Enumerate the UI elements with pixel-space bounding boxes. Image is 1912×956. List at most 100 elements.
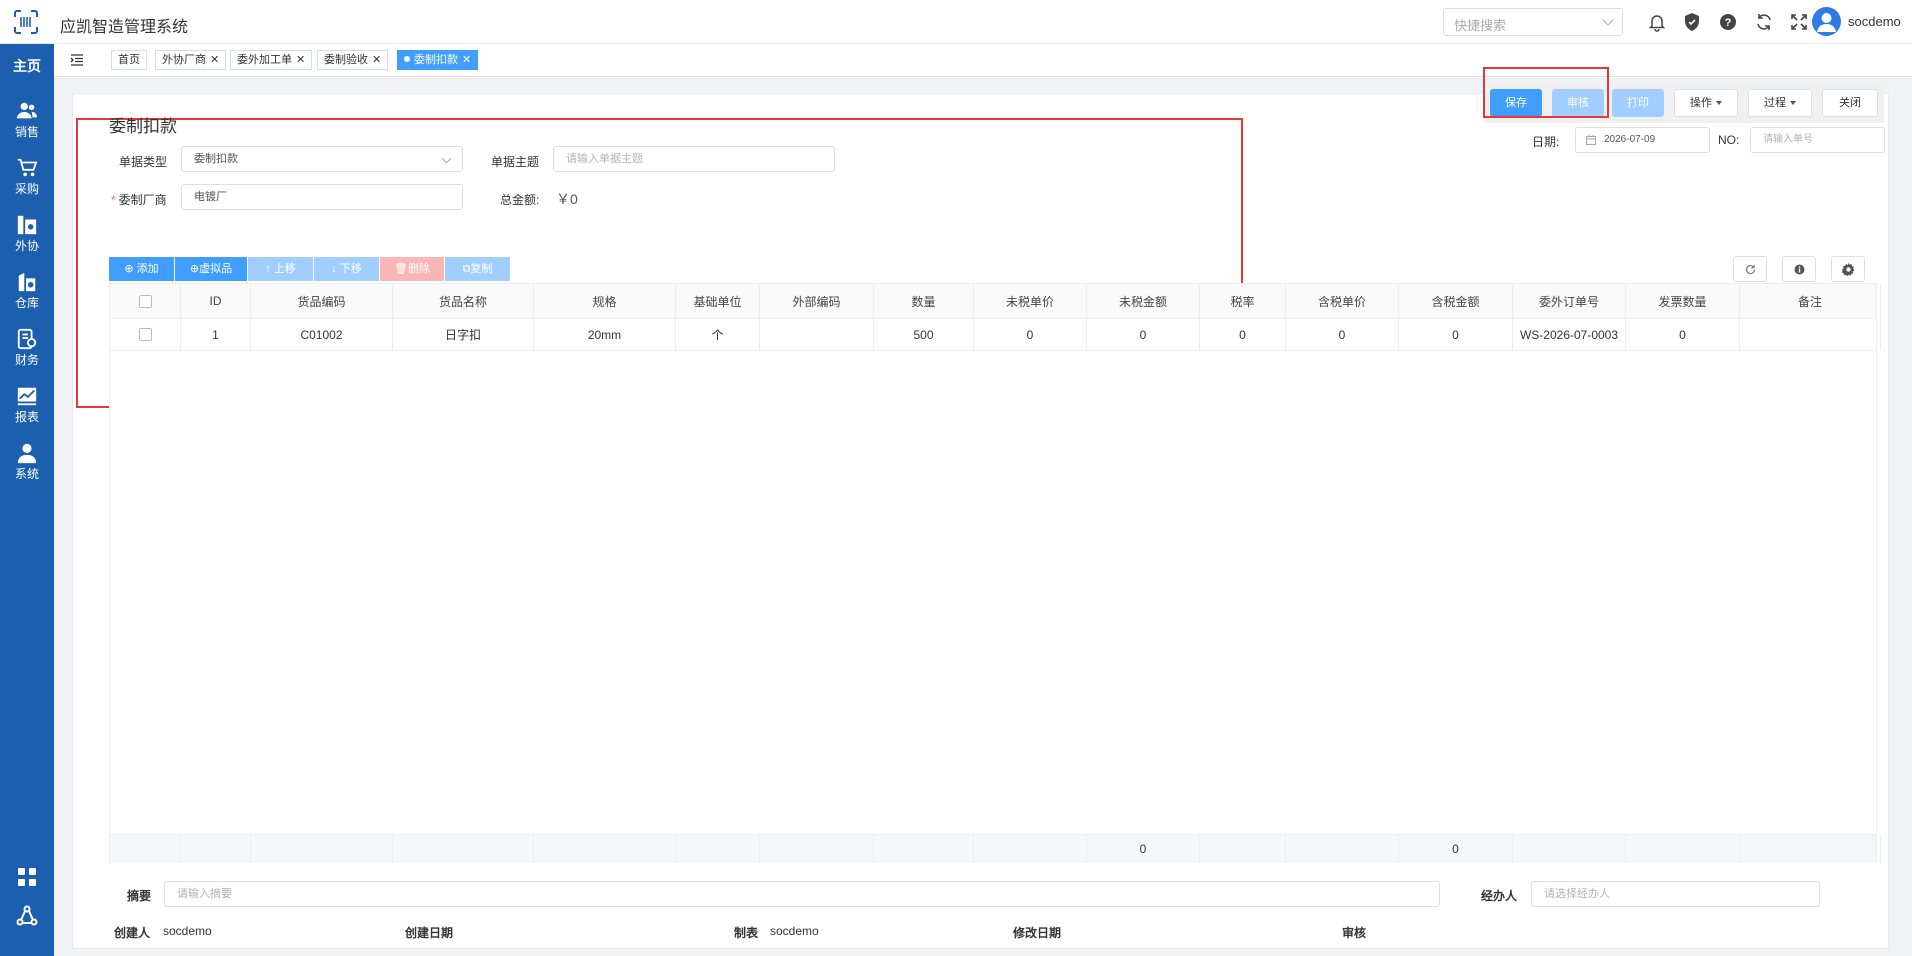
- cell-col-ext-code: [760, 835, 874, 863]
- operate-label: 操作: [1690, 97, 1712, 109]
- process-dropdown[interactable]: 过程: [1748, 89, 1812, 117]
- operate-dropdown[interactable]: 操作: [1674, 89, 1738, 117]
- cell-col-spec: 20mm: [534, 319, 676, 350]
- help-icon[interactable]: ?: [1718, 12, 1738, 32]
- handler-select[interactable]: 请选择经办人: [1531, 881, 1820, 907]
- table-row[interactable]: 1 C01002 日字扣 20mm 个 500 0 0 0 0 0 WS-2026-07-0003 0: [110, 319, 1881, 351]
- sidebar-item-sales[interactable]: 销售: [0, 100, 54, 152]
- down-label: 下移: [339, 263, 362, 275]
- close-icon[interactable]: ✕: [296, 54, 305, 66]
- tab-outsource-deduction[interactable]: 委制扣款 ✕: [397, 50, 479, 70]
- user-name[interactable]: socdemo: [1848, 14, 1901, 29]
- fullscreen-icon[interactable]: [1789, 12, 1809, 32]
- tab-outsource-order[interactable]: 委外加工单 ✕: [230, 50, 313, 70]
- virtual-item-button[interactable]: ⊕虚拟品: [175, 257, 247, 281]
- sidebar-item-warehouse[interactable]: 仓库: [0, 271, 54, 323]
- summary-label: 摘要: [127, 889, 152, 903]
- creator-value: socdemo: [163, 924, 212, 938]
- row-checkbox[interactable]: [138, 294, 152, 308]
- bell-icon[interactable]: [1647, 12, 1667, 32]
- delete-button[interactable]: 🗑删除: [380, 257, 444, 281]
- print-button[interactable]: 打印: [1612, 89, 1664, 117]
- cell-col-ext-code: [760, 319, 874, 350]
- row-checkbox[interactable]: [138, 328, 152, 341]
- svg-text:?: ?: [1725, 17, 1732, 29]
- up-label: 上移: [273, 263, 296, 275]
- sidebar-item-system[interactable]: 系统: [0, 442, 54, 494]
- cart-icon: [17, 158, 38, 177]
- header-col-id: ID: [181, 284, 251, 318]
- logo: [0, 0, 54, 44]
- close-icon[interactable]: ✕: [372, 54, 381, 66]
- cell-col-tax-price: [1286, 835, 1399, 863]
- sidebar-label: 外协: [14, 239, 39, 253]
- tab-label: 委制扣款: [414, 54, 458, 66]
- move-up-button[interactable]: ↑ 上移: [248, 257, 313, 281]
- doc-no-input[interactable]: 请输入单号: [1750, 127, 1885, 153]
- network-icon[interactable]: [16, 905, 38, 927]
- header-col-remark: 备注: [1740, 284, 1881, 318]
- tab-outsource-vendor[interactable]: 外协厂商 ✕: [155, 50, 227, 70]
- sidebar-item-outsource[interactable]: 外协: [0, 214, 54, 266]
- tab-home[interactable]: 首页: [111, 50, 147, 70]
- maker-label: 制表: [734, 926, 759, 940]
- quick-search-select[interactable]: 快捷搜索: [1443, 8, 1623, 36]
- refresh-table-button[interactable]: [1733, 256, 1767, 282]
- copy-button[interactable]: ⧉复制: [445, 257, 510, 281]
- cell-col-amount: 0: [1087, 319, 1200, 350]
- table-header: ID 货品编码 货品名称 规格 基础单位 外部编码 数量 未税单价 未税金额 税率 含税单价 含税金额…: [110, 284, 1881, 319]
- refresh-icon: [1745, 264, 1756, 275]
- doc-type-select[interactable]: 委制扣款: [181, 146, 463, 172]
- modified-date-label: 修改日期: [1013, 926, 1062, 940]
- process-label: 过程: [1764, 97, 1786, 109]
- header-col-select[interactable]: [110, 284, 181, 318]
- sidebar-item-report[interactable]: 报表: [0, 385, 54, 437]
- header-col-invoice-qty: 发票数量: [1626, 284, 1740, 318]
- required-mark: *: [111, 193, 116, 207]
- grid-apps-icon[interactable]: [16, 866, 38, 888]
- refresh-icon[interactable]: [1754, 12, 1774, 32]
- add-row-button[interactable]: ⊕ 添加: [109, 257, 174, 281]
- avatar[interactable]: [1812, 7, 1841, 36]
- cell-col-unit-price: 0: [974, 319, 1087, 350]
- close-button[interactable]: 关闭: [1822, 89, 1878, 117]
- cell-col-name: 日字扣: [393, 319, 534, 350]
- subject-input[interactable]: 请输入单据主题: [553, 146, 835, 172]
- header-col-unit-price: 未税单价: [974, 284, 1087, 318]
- maker-value: socdemo: [770, 924, 819, 938]
- cell-col-tax-price: 0: [1286, 319, 1399, 350]
- cell-col-spec: [534, 835, 676, 863]
- shield-icon[interactable]: [1682, 12, 1702, 32]
- cell-col-amount: 0: [1087, 835, 1200, 863]
- cell-col-select[interactable]: [110, 835, 181, 863]
- sidebar-item-purchase[interactable]: 采购: [0, 157, 54, 209]
- total-label: 总金额:: [500, 193, 540, 207]
- tabs-bar: 首页 外协厂商 ✕ 委外加工单 ✕ 委制验收 ✕ 委制扣款 ✕: [54, 45, 1912, 77]
- info-button[interactable]: [1782, 256, 1816, 282]
- settings-button[interactable]: [1831, 256, 1865, 282]
- vendor-input[interactable]: 电镀厂: [181, 184, 463, 210]
- menu-collapse-icon[interactable]: [70, 53, 84, 67]
- cell-col-select[interactable]: [110, 319, 181, 350]
- tab-label: 首页: [118, 54, 140, 66]
- date-value: 2026-07-09: [1604, 134, 1656, 145]
- cell-col-invoice-qty: [1626, 835, 1740, 863]
- date-picker[interactable]: 2026-07-09: [1575, 127, 1710, 153]
- finance-icon: [17, 328, 37, 350]
- move-down-button[interactable]: ↓ 下移: [314, 257, 379, 281]
- total-value: ￥0: [556, 191, 578, 207]
- cell-col-id: [181, 835, 251, 863]
- users-icon: [16, 102, 38, 119]
- close-icon[interactable]: ✕: [210, 54, 219, 66]
- close-icon[interactable]: ✕: [462, 54, 471, 66]
- tab-outsource-inspection[interactable]: 委制验收 ✕: [317, 50, 389, 70]
- sidebar-item-finance[interactable]: 财务: [0, 328, 54, 380]
- header-col-spec: 规格: [534, 284, 676, 318]
- cell-col-qty: [874, 835, 974, 863]
- summary-input[interactable]: 请输入摘要: [164, 881, 1440, 907]
- cell-col-tax-rate: [1200, 835, 1286, 863]
- vendor-label: * 委制厂商: [111, 191, 167, 208]
- cell-col-remark: [1740, 319, 1881, 350]
- sidebar-item-home[interactable]: 主页: [0, 56, 54, 76]
- page-title: 委制扣款: [109, 117, 177, 136]
